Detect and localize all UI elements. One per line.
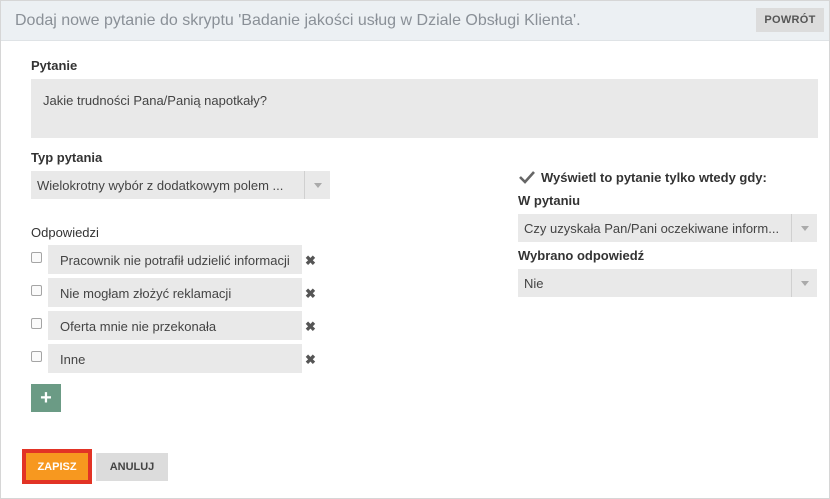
check-icon[interactable] [518, 169, 536, 185]
answer-text: Nie mogłam złożyć reklamacji [60, 286, 232, 301]
answer-text: Oferta mnie nie przekonała [60, 319, 217, 334]
question-type-value: Wielokrotny wybór z dodatkowym polem ... [37, 178, 284, 193]
in-question-value: Czy uzyskała Pan/Pani oczekiwane inform.… [524, 221, 780, 236]
answer-checkbox-2[interactable] [31, 285, 42, 296]
question-textarea[interactable]: Jakie trudności Pana/Panią napotkały? [31, 79, 818, 138]
save-button[interactable]: ZAPISZ [26, 453, 88, 480]
answers-label: Odpowiedzi [31, 225, 99, 240]
answer-input-2[interactable]: Nie mogłam złożyć reklamacji [48, 278, 302, 307]
answer-selected-value: Nie [524, 276, 544, 291]
question-type-select[interactable]: Wielokrotny wybór z dodatkowym polem ... [31, 171, 330, 199]
answer-checkbox-1[interactable] [31, 252, 42, 263]
in-question-label: W pytaniu [518, 193, 581, 208]
answer-checkbox-4[interactable] [31, 351, 42, 362]
answer-selected-select[interactable]: Nie [518, 269, 817, 297]
chevron-down-icon[interactable] [791, 214, 817, 242]
answer-checkbox-3[interactable] [31, 318, 42, 329]
back-button[interactable]: POWRÓT [756, 8, 824, 32]
remove-icon[interactable]: ✖ [305, 286, 316, 302]
save-highlight: ZAPISZ [22, 449, 92, 484]
chevron-down-icon[interactable] [304, 171, 330, 199]
question-type-label: Typ pytania [31, 150, 103, 165]
answer-selected-label: Wybrano odpowiedź [518, 248, 645, 263]
remove-icon[interactable]: ✖ [305, 352, 316, 368]
answer-text: Inne [60, 352, 86, 367]
page: Dodaj nowe pytanie do skryptu 'Badanie j… [0, 0, 830, 499]
condition-checkbox-label: Wyświetl to pytanie tylko wtedy gdy: [541, 170, 767, 185]
remove-icon[interactable]: ✖ [305, 253, 316, 269]
plus-icon: + [40, 386, 52, 409]
remove-icon[interactable]: ✖ [305, 319, 316, 335]
cancel-button[interactable]: ANULUJ [96, 453, 168, 481]
question-label: Pytanie [31, 58, 78, 73]
page-header: Dodaj nowe pytanie do skryptu 'Badanie j… [1, 1, 829, 41]
add-answer-button[interactable]: + [31, 384, 61, 412]
answer-input-1[interactable]: Pracownik nie potrafił udzielić informac… [48, 245, 302, 274]
chevron-down-icon[interactable] [791, 269, 817, 297]
answer-text: Pracownik nie potrafił udzielić informac… [60, 253, 290, 268]
answer-input-4[interactable]: Inne [48, 344, 302, 373]
in-question-select[interactable]: Czy uzyskała Pan/Pani oczekiwane inform.… [518, 214, 817, 242]
answer-input-3[interactable]: Oferta mnie nie przekonała [48, 311, 302, 340]
page-title: Dodaj nowe pytanie do skryptu 'Badanie j… [15, 12, 581, 29]
